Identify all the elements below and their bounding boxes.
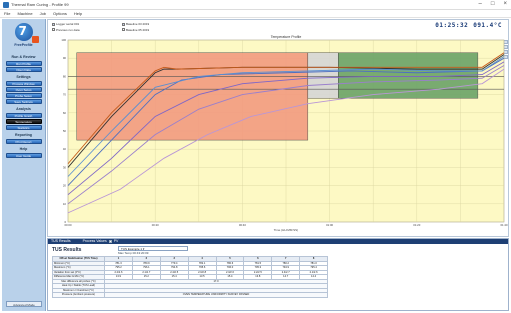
- logo-text: FreeProfile: [14, 43, 33, 47]
- results-header: TUS Results Process Values PV: [48, 239, 508, 244]
- y-tick-label: 90: [63, 56, 67, 60]
- sidebar-section: Help User Guide: [5, 146, 42, 158]
- pv-checkbox[interactable]: [108, 240, 112, 243]
- sidebar-section: Settings Process Window Oven Setup Probe Se…: [5, 74, 42, 104]
- x-tick-label: 00:20: [152, 223, 159, 227]
- menu-help[interactable]: Help: [74, 11, 82, 16]
- x-tick-label: 01:40: [501, 223, 508, 227]
- sidebar-section: Reporting Print Report: [5, 132, 42, 144]
- x-axis-label: Time (HH:MM:SS): [274, 228, 298, 232]
- x-tick-label: 00:40: [239, 223, 246, 227]
- sidebar-section: Analysis Profile Graph Temperature Statisti…: [5, 106, 42, 130]
- sidebar-section-heading: Run & Review: [11, 55, 36, 59]
- close-button[interactable]: ×: [503, 1, 507, 7]
- row-label: Pressure (Ambient pressure): [52, 292, 105, 298]
- app-logo: 7 FreeProfile: [6, 23, 42, 51]
- sidebar-button-run-profile[interactable]: Run Profile: [5, 61, 42, 66]
- x-tick-label: 00:00: [65, 223, 72, 227]
- sidebar-button-save-settings[interactable]: Save Settings: [5, 99, 42, 104]
- y-tick-label: 80: [63, 74, 67, 78]
- sidebar-section: Run & Review Run Profile Open Data: [5, 54, 42, 72]
- temperature-chart[interactable]: Temperature Profile 100 90 80 70 60 50 40 30 20 10…: [48, 20, 510, 238]
- sidebar-button-oven-setup[interactable]: Oven Setup: [5, 87, 42, 92]
- sidebar-section-heading: Help: [19, 147, 28, 151]
- results-header-label: TUS Results: [51, 239, 71, 243]
- maximize-button[interactable]: □: [491, 1, 495, 7]
- x-tick-label: 01:20: [413, 223, 420, 227]
- results-panel: TUS Results Process Values PV TUS Result…: [47, 238, 509, 311]
- sidebar-button-temperature[interactable]: Temperature: [5, 119, 42, 124]
- app-icon: [3, 1, 9, 8]
- sidebar-button-probe-setup[interactable]: Probe Setup: [5, 93, 42, 98]
- y-tick-label: 30: [63, 165, 67, 169]
- sidebar-button-print-report[interactable]: Print Report: [5, 139, 42, 144]
- table-cell: OVEN TEMPERATURE UNIFORMITY SURVEY PASSE…: [104, 292, 328, 298]
- y-tick-label: 60: [63, 111, 67, 115]
- sidebar-button-profile-graph[interactable]: Profile Graph: [5, 113, 42, 118]
- minimize-button[interactable]: –: [479, 1, 482, 7]
- sidebar-section-heading: Settings: [16, 75, 31, 79]
- sidebar-button-user-guide[interactable]: User Guide: [5, 153, 42, 158]
- y-tick-label: 100: [61, 38, 66, 42]
- y-tick-label: 40: [63, 147, 67, 151]
- results-subtitle: Max Temp 00:43:20:09: [118, 251, 149, 255]
- menu-file[interactable]: File: [4, 11, 10, 16]
- y-tick-label: 20: [63, 184, 67, 188]
- sidebar-button-statistics[interactable]: Statistics: [5, 125, 42, 130]
- y-tick-label: 50: [63, 129, 67, 133]
- sidebar-button-open-data[interactable]: Open Data: [5, 67, 42, 72]
- table-row: Pressure (Ambient pressure) OVEN TEMPERAT…: [52, 292, 328, 298]
- sidebar: 7 FreeProfile Run & Review Run Profile Ope…: [2, 19, 46, 311]
- window-title: Thermal Ram Curing - Profile 99: [11, 2, 69, 7]
- sidebar-section-heading: Analysis: [16, 107, 31, 111]
- y-tick-label: 70: [63, 93, 67, 97]
- title-bar: Thermal Ram Curing - Profile 99 – □ ×: [0, 0, 511, 10]
- results-title: TUS Results: [52, 247, 82, 253]
- x-tick-label: 01:00: [326, 223, 333, 227]
- zone-ramp: [76, 52, 309, 141]
- menu-bar: File Machine Job Options Help: [0, 10, 511, 18]
- menu-options[interactable]: Options: [53, 11, 67, 16]
- zone-transition: [307, 52, 339, 99]
- sidebar-section-heading: Reporting: [15, 133, 32, 137]
- menu-job[interactable]: Job: [40, 11, 46, 16]
- pv-toggle[interactable]: Process Values PV: [83, 239, 118, 244]
- chart-title: Temperature Profile: [271, 35, 302, 39]
- y-tick-label: 10: [63, 202, 67, 206]
- graph-panel: Logger serial 001 Baseline 03 2019 Previou…: [47, 19, 509, 237]
- advanced-mode-button[interactable]: Advanced Mode: [6, 301, 42, 307]
- results-table: Offset Stabilisation (TUS Time) 1 2 3 4 5 6 7 8 M…: [52, 256, 328, 298]
- menu-machine[interactable]: Machine: [17, 11, 32, 16]
- sidebar-button-process-window[interactable]: Process Window: [5, 81, 42, 86]
